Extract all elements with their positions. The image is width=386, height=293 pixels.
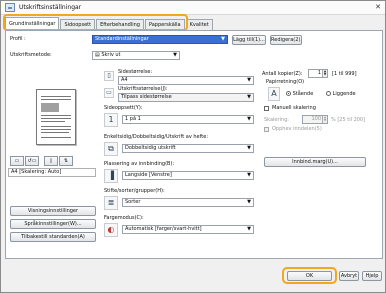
add-profile-button[interactable]: Lägg till(1)... [232, 35, 266, 45]
cancel-button[interactable]: Avbryt [339, 271, 359, 281]
chevron-down-icon: ▼ [247, 116, 251, 122]
stapler-select[interactable]: Sorter ▼ [122, 198, 254, 207]
chevron-down-icon: ▼ [247, 226, 251, 232]
output-size-label: Utskriftsstørrelse(J): [118, 86, 168, 92]
print-preferences-window: Utskriftsinställningar ✕ Grundinställnin… [0, 0, 386, 293]
settings-view-icon[interactable]: ⇅ [59, 156, 73, 166]
portrait-view-icon[interactable]: ▯ [44, 156, 58, 166]
page-size-select[interactable]: A4 ▼ [118, 76, 254, 85]
scaling-value: 100 [311, 116, 321, 122]
duplex-value: Dobbeltsidig utskrift [125, 145, 176, 151]
portrait-label: Stående [292, 91, 314, 97]
profile-select[interactable]: Standardinställningar ▼ [92, 35, 228, 44]
output-method-select[interactable]: ▤ Skriv ut ▼ [92, 51, 180, 60]
manual-scaling-checkbox[interactable] [264, 106, 269, 111]
copies-spinner[interactable]: 1 ▲ ▼ [308, 69, 328, 78]
preview-view-buttons: ▭ ↺▭ ▯ ⇅ [10, 156, 73, 166]
portrait-radio[interactable]: Stående [286, 91, 313, 97]
tabs-highlight-frame [3, 14, 188, 31]
chevron-down-icon: ▼ [173, 52, 177, 58]
chevron-down-icon: ▼ [247, 94, 251, 100]
landscape-radio[interactable]: Liggende [326, 91, 356, 97]
chevron-down-icon: ▼ [247, 77, 251, 83]
paper-preview-icon [36, 89, 76, 145]
binding-icon: ▐ [104, 169, 118, 183]
landscape-label: Liggende [332, 91, 356, 97]
profile-value: Standardinställningar [95, 36, 149, 42]
scaling-range: % [25 til 200] [331, 117, 366, 123]
chevron-down-icon: ▼ [247, 199, 251, 205]
page-layout-label: Sideoppsett(Y): [104, 105, 143, 111]
page-view-icon[interactable]: ▭ [10, 156, 24, 166]
chevron-down-icon: ▼ [247, 172, 251, 178]
window-title: Utskriftsinställningar [19, 4, 82, 11]
language-settings-button[interactable]: Språkinnstillinger(W)... [10, 219, 96, 229]
color-mode-select[interactable]: Automatisk [farger/svart-hvitt] ▼ [122, 225, 254, 234]
page-size-icon: ▯ [104, 71, 114, 81]
duplex-select[interactable]: Dobbeltsidig utskrift ▼ [122, 144, 254, 153]
booklet-label: Opphev inndelen(5) [272, 126, 322, 132]
booklet-checkbox[interactable] [264, 127, 269, 132]
title-bar: Utskriftsinställningar ✕ [1, 1, 385, 15]
page-size-label: Sidestørrelse: [118, 69, 153, 75]
scaling-label: Skalering: [264, 117, 289, 123]
edit-profile-button[interactable]: Redigera(2)... [270, 35, 302, 45]
output-method-label: Utskriftsmetode: [10, 52, 52, 58]
settings-panel: Profil : Standardinställningar ▼ Lägg ti… [5, 30, 383, 259]
tab-quality[interactable]: Kvalitet [185, 19, 213, 30]
copies-value: 1 [317, 70, 321, 76]
printer-app-icon [5, 3, 15, 12]
ok-highlight-frame [282, 267, 337, 284]
rotate-view-icon[interactable]: ↺▭ [25, 156, 39, 166]
chevron-down-icon: ▼ [221, 36, 225, 42]
binding-margin-button[interactable]: Innbind.marg(U)... [264, 157, 366, 167]
spin-arrows-icon: ▲ ▼ [322, 115, 327, 123]
copies-range: [1 til 999] [332, 71, 357, 77]
view-settings-button[interactable]: Visningsinnstillinger [10, 206, 96, 216]
help-button[interactable]: Hjelp [362, 271, 382, 281]
page-layout-value: 1 på 1 [125, 116, 141, 122]
page-size-value: A4 [121, 77, 128, 83]
radio-off-icon [326, 91, 331, 96]
duplex-icon: ⧉ [104, 142, 118, 156]
color-mode-label: Fargemodus(C): [104, 215, 144, 221]
copies-label: Antall kopier(Z): [262, 71, 303, 77]
chevron-down-icon: ▼ [247, 145, 251, 151]
page-preview [18, 81, 94, 199]
restore-defaults-button[interactable]: Tilbakestill standarden(A) [10, 232, 96, 242]
close-icon[interactable]: ✕ [375, 3, 381, 11]
color-mode-value: Automatisk [farger/svart-hvitt] [125, 226, 202, 232]
binding-select[interactable]: Langside [Venstre] ▼ [122, 171, 254, 180]
sort-icon: ≣ [104, 196, 118, 210]
stapler-value: Sorter [125, 199, 141, 205]
output-size-icon: ▭ [104, 88, 114, 98]
orientation-label: Papirretning(O) [266, 79, 305, 85]
output-size-select[interactable]: Tilpass sidestørrelse ▼ [118, 93, 254, 102]
stapler-label: Stifte/sorter/grupper(H): [104, 188, 165, 194]
preview-status: A4 [Skalering: Auto] [8, 168, 96, 177]
page-layout-icon: 1 [104, 113, 118, 127]
page-layout-select[interactable]: 1 på 1 ▼ [122, 115, 254, 124]
binding-label: Plassering av innbinding(B): [104, 161, 175, 167]
manual-scaling-label: Manuell skalering [272, 105, 316, 111]
profile-label: Profil : [10, 36, 26, 42]
scaling-spinner[interactable]: 100 ▲ ▼ [302, 115, 328, 124]
output-size-value: Tilpass sidestørrelse [121, 94, 172, 100]
color-mode-icon: ◐ [104, 223, 118, 237]
output-method-value: Skriv ut [101, 52, 121, 58]
binding-value: Langside [Venstre] [125, 172, 172, 178]
radio-on-icon [286, 91, 291, 96]
spin-arrows-icon[interactable]: ▲ ▼ [322, 70, 327, 77]
duplex-label: Enkeltsidig/Dobbeltsidig/Utskrift av hef… [104, 134, 209, 140]
portrait-orientation-icon: A [268, 87, 280, 101]
